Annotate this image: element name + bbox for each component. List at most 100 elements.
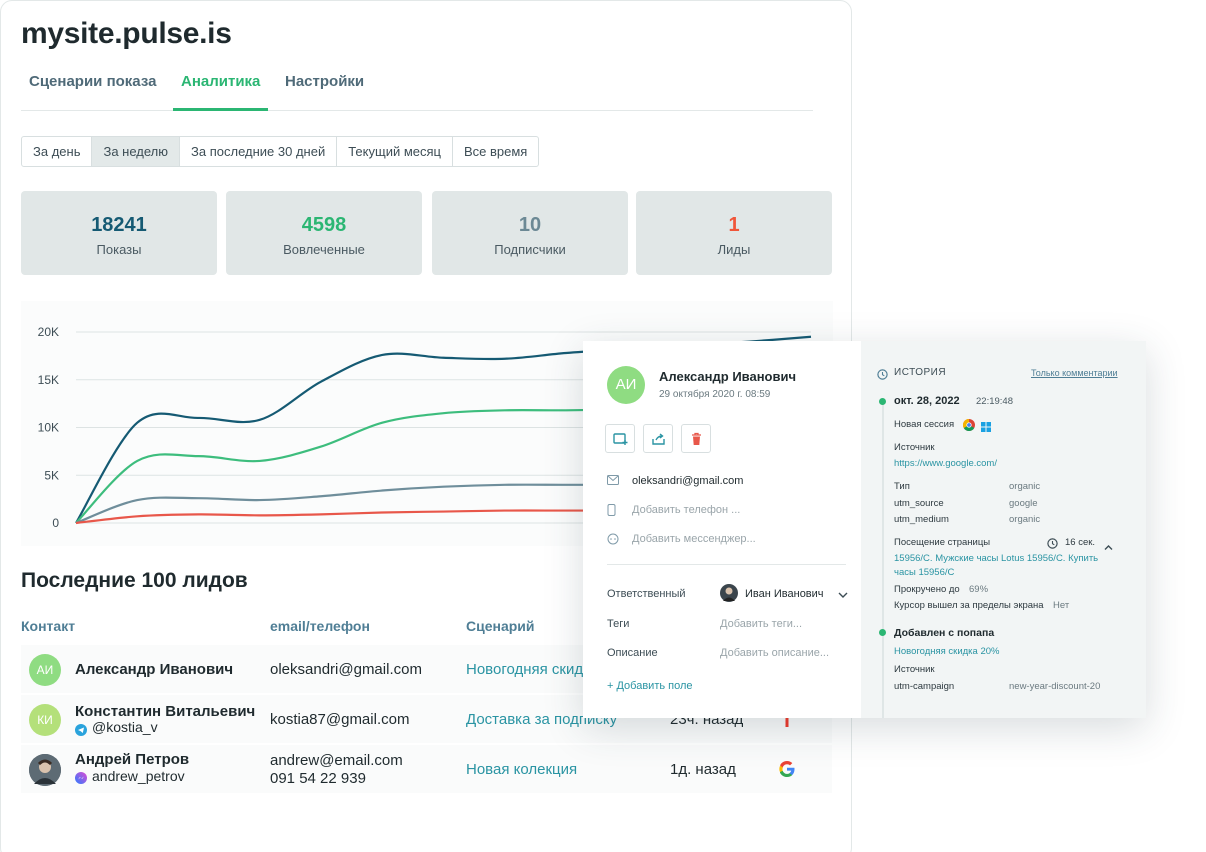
add-messenger-input[interactable]: Добавить мессенджер... — [632, 533, 756, 545]
source-url-link[interactable]: https://www.google.com/ — [894, 458, 997, 469]
lead-username: andrew_petrov — [92, 768, 185, 784]
stat-label: Лиды — [717, 242, 751, 257]
add-tags-input[interactable]: Добавить теги... — [720, 618, 802, 630]
column-header-email: email/телефон — [270, 618, 370, 634]
avatar: КИ — [29, 704, 61, 736]
windows-icon — [981, 419, 991, 437]
comments-only-link[interactable]: Только комментарии — [1031, 368, 1118, 378]
chrome-icon — [962, 418, 975, 436]
lead-name: Андрей Петров — [75, 751, 190, 768]
contact-email[interactable]: oleksandri@gmail.com — [632, 475, 743, 487]
table-row[interactable]: Андрей Петров andrew_petrov andrew@email… — [21, 745, 832, 793]
add-task-icon — [613, 433, 628, 445]
stat-card-leads: 1 Лиды — [636, 191, 832, 275]
y-tick-label: 5K — [44, 468, 59, 482]
y-tick-label: 20K — [38, 325, 59, 339]
period-day-button[interactable]: За день — [21, 136, 93, 167]
source-label: Источник — [894, 664, 935, 675]
y-tick-label: 10K — [38, 421, 59, 435]
divider — [607, 564, 846, 565]
avatar: АИ — [29, 654, 61, 686]
lead-time: 1д. назад — [670, 761, 736, 778]
field-label-description: Описание — [607, 647, 658, 659]
chevron-down-icon — [838, 592, 848, 598]
period-week-button[interactable]: За неделю — [91, 136, 181, 167]
contact-card: АИ Александр Иванович 29 октября 2020 г.… — [583, 341, 1146, 718]
tab-scenarios[interactable]: Сценарии показа — [21, 73, 164, 111]
scrolled-value: 69% — [969, 584, 989, 595]
lead-scenario-link[interactable]: Новая колекция — [466, 761, 577, 778]
google-icon — [779, 761, 795, 782]
lead-username: @kostia_v — [92, 719, 158, 735]
event-date: окт. 28, 2022 — [894, 395, 960, 407]
stat-card-engaged: 4598 Вовлеченные — [226, 191, 422, 275]
param-value: google — [1009, 498, 1038, 509]
popup-link[interactable]: Новогодняя скидка 20% — [894, 646, 999, 657]
field-label-tags: Теги — [607, 618, 630, 630]
tab-settings[interactable]: Настройки — [277, 73, 372, 111]
cursor-label: Курсор вышел за пределы экрана — [894, 600, 1044, 611]
lead-email: kostia87@gmail.com — [270, 711, 410, 728]
event-title: Добавлен с попапа — [894, 627, 995, 639]
page-link[interactable]: часы 15956/C — [894, 567, 954, 578]
contact-name: Александр Иванович — [659, 369, 797, 384]
scrolled-label: Прокручено до — [894, 584, 960, 595]
messenger-icon — [75, 771, 87, 789]
responsible-name: Иван Иванович — [745, 588, 824, 600]
avatar: АИ — [607, 366, 645, 404]
avatar — [720, 584, 738, 602]
delete-button[interactable] — [681, 424, 711, 453]
chat-icon — [607, 533, 619, 548]
trash-icon — [692, 432, 701, 445]
share-button[interactable] — [643, 424, 673, 453]
stat-value: 1 — [728, 214, 740, 236]
timeline-dot — [879, 398, 886, 405]
history-panel: ИСТОРИЯ Только комментарии окт. 28, 2022… — [861, 341, 1146, 718]
page-link[interactable]: 15956/C. Мужские часы Lotus 15956/C. Куп… — [894, 553, 1098, 564]
add-field-link[interactable]: + Добавить поле — [607, 680, 693, 692]
param-key: utm_medium — [894, 514, 949, 525]
stat-card-subscribers: 10 Подписчики — [432, 191, 628, 275]
column-header-scenario: Сценарий — [466, 618, 535, 634]
param-value: new-year-discount-20 — [1009, 681, 1101, 692]
lead-email: andrew@email.com — [270, 752, 403, 769]
y-tick-label: 0 — [52, 516, 59, 530]
lead-email: oleksandri@gmail.com — [270, 661, 422, 678]
stat-value: 4598 — [301, 214, 347, 236]
user-photo-icon — [29, 754, 61, 786]
history-title: ИСТОРИЯ — [894, 367, 947, 378]
stat-label: Вовлеченные — [283, 242, 365, 257]
period-30-days-button[interactable]: За последние 30 дней — [179, 136, 338, 167]
timeline-dot — [879, 629, 886, 636]
create-deal-button[interactable] — [605, 424, 635, 453]
add-description-input[interactable]: Добавить описание... — [720, 647, 829, 659]
lead-name: Александр Иванович — [75, 661, 234, 678]
cursor-value: Нет — [1053, 600, 1070, 611]
period-all-time-button[interactable]: Все время — [451, 136, 540, 167]
new-session-label: Новая сессия — [894, 419, 955, 430]
period-current-month-button[interactable]: Текущий месяц — [336, 136, 453, 167]
contact-date: 29 октября 2020 г. 08:59 — [659, 389, 771, 400]
phone-icon — [607, 504, 617, 519]
column-header-contact: Контакт — [21, 618, 76, 634]
site-title: mysite.pulse.is — [21, 17, 232, 50]
param-key: utm_source — [894, 498, 944, 509]
telegram-icon — [75, 723, 87, 741]
tab-bar: Сценарии показа Аналитика Настройки — [21, 73, 813, 111]
stat-value: 10 — [518, 214, 542, 236]
timeline-line — [882, 401, 884, 718]
param-key: utm-campaign — [894, 681, 955, 692]
share-icon — [652, 433, 665, 445]
tab-analytics[interactable]: Аналитика — [173, 73, 269, 111]
period-selector: За день За неделю За последние 30 дней Т… — [21, 136, 540, 167]
lead-phone: 091 54 22 939 — [270, 770, 366, 787]
chevron-up-icon[interactable] — [1104, 538, 1113, 556]
responsible-select[interactable]: Иван Иванович — [720, 584, 850, 604]
param-value: organic — [1009, 481, 1041, 492]
leads-title: Последние 100 лидов — [21, 569, 248, 592]
add-phone-input[interactable]: Добавить телефон ... — [632, 504, 740, 516]
param-key: Тип — [894, 481, 910, 492]
mail-icon — [607, 475, 619, 488]
stat-label: Подписчики — [494, 242, 566, 257]
contact-details: АИ Александр Иванович 29 октября 2020 г.… — [583, 341, 861, 718]
